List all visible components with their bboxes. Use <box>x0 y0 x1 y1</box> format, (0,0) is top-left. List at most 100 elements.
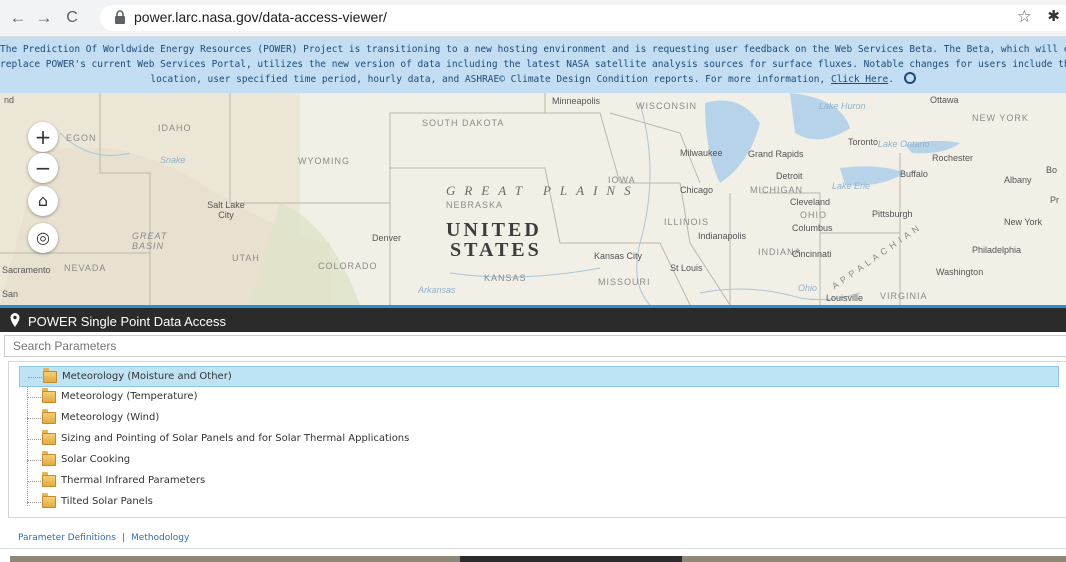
map-label: Ottawa <box>930 95 959 105</box>
folder-icon <box>42 430 56 445</box>
locate-button[interactable]: ◎ <box>28 223 58 253</box>
folder-icon <box>42 409 56 424</box>
map-label: VIRGINIA <box>880 291 928 301</box>
back-button[interactable]: ← <box>8 8 28 28</box>
folder-icon <box>42 472 56 487</box>
footer-separator: | <box>121 533 126 543</box>
map-label: Pittsburgh <box>872 209 913 219</box>
map-pin-icon <box>10 313 20 327</box>
map-label: WYOMING <box>298 156 350 166</box>
tree-item[interactable]: Meteorology (Temperature) <box>19 387 1059 408</box>
tree-item-label[interactable]: Sizing and Pointing of Solar Panels and … <box>61 433 409 444</box>
url-text[interactable]: power.larc.nasa.gov/data-access-viewer/ <box>134 9 387 25</box>
map-label: GREAT PLAINS <box>446 183 640 198</box>
map-label: UTAH <box>232 253 260 263</box>
methodology-link[interactable]: Methodology <box>131 533 189 543</box>
tree-item[interactable]: Solar Cooking <box>19 450 1059 471</box>
map-label: Denver <box>372 233 402 243</box>
tree-item[interactable]: Sizing and Pointing of Solar Panels and … <box>19 429 1059 450</box>
search-input[interactable] <box>5 336 1066 356</box>
map-label: Ohio <box>798 283 818 293</box>
home-button[interactable]: ⌂ <box>28 186 58 216</box>
panel-title: POWER Single Point Data Access <box>28 314 226 329</box>
map-label: nd <box>4 95 15 105</box>
map-label: Toronto <box>848 137 879 147</box>
map-label: Albany <box>1004 175 1032 185</box>
map-label: IDAHO <box>158 123 192 133</box>
map-label: NEW YORK <box>972 113 1029 123</box>
reload-button[interactable]: C <box>62 8 82 28</box>
map-label: Minneapolis <box>552 96 601 106</box>
map-label: COLORADO <box>318 261 378 271</box>
map-label: Chicago <box>680 185 714 195</box>
map-label: Milwaukee <box>680 148 723 158</box>
map-label: Rochester <box>932 153 974 163</box>
zoom-in-button[interactable]: + <box>28 122 58 152</box>
tree-item-label[interactable]: Tilted Solar Panels <box>61 496 153 507</box>
click-here-link[interactable]: Click Here <box>831 74 888 85</box>
map-view[interactable]: nd EGON IDAHO WYOMING SOUTH DAKOTA Minne… <box>0 93 1066 305</box>
map-label: Lake Huron <box>819 101 866 111</box>
notice-banner: The Prediction Of Worldwide Energy Resou… <box>0 37 1066 93</box>
forward-button[interactable]: → <box>34 8 54 28</box>
search-box[interactable] <box>4 335 1066 357</box>
tree-item-label[interactable]: Thermal Infrared Parameters <box>61 475 205 486</box>
map-label: MICHIGAN <box>750 185 803 195</box>
map-label: NEBRASKA <box>446 200 504 210</box>
map-label: GREAT BASIN <box>132 231 168 251</box>
bookmark-star-icon[interactable]: ☆ <box>1017 7 1032 27</box>
banner-line-2: replace POWER's current Web Services Por… <box>0 58 1066 70</box>
map-label: Washington <box>936 267 984 277</box>
folder-icon <box>42 451 56 466</box>
tree-item-label[interactable]: Meteorology (Temperature) <box>61 391 197 402</box>
banner-line-1: The Prediction Of Worldwide Energy Resou… <box>0 44 1066 55</box>
map-label: Grand Rapids <box>748 149 804 159</box>
map-label: Buffalo <box>900 169 928 179</box>
map-label: NEVADA <box>64 263 107 273</box>
tree-item[interactable]: Meteorology (Wind) <box>19 408 1059 429</box>
parameter-tree: Meteorology (Moisture and Other) Meteoro… <box>8 361 1066 518</box>
map-label: Louisville <box>826 293 864 303</box>
panel-footer: Parameter Definitions | Methodology <box>18 533 189 543</box>
folder-icon <box>42 493 56 508</box>
map-label: Cincinnati <box>792 249 832 259</box>
map-label: Salt Lake City <box>207 200 245 220</box>
tree-item-label[interactable]: Meteorology (Wind) <box>61 412 159 423</box>
parameter-definitions-link[interactable]: Parameter Definitions <box>18 533 116 543</box>
map-label: OHIO <box>800 210 828 220</box>
tree-item-label[interactable]: Solar Cooking <box>61 454 130 465</box>
map-label: Lake Erie <box>832 181 871 191</box>
map-label: Detroit <box>776 171 803 181</box>
zoom-out-button[interactable]: − <box>28 153 58 183</box>
map-label: Arkansas <box>418 285 456 295</box>
map-label: Cleveland <box>790 197 831 207</box>
info-icon[interactable] <box>903 72 916 84</box>
map-label: Philadelphia <box>972 245 1022 255</box>
folder-icon <box>42 388 56 403</box>
tree-item[interactable]: Thermal Infrared Parameters <box>19 471 1059 492</box>
map-label: Lake Ontario <box>878 139 930 149</box>
bottom-strip-dark <box>460 556 682 562</box>
map-label: IOWA <box>608 175 636 185</box>
map-label: ILLINOIS <box>664 217 710 227</box>
banner-line-3-text: location, user specified time period, ho… <box>150 74 826 85</box>
address-bar[interactable]: power.larc.nasa.gov/data-access-viewer/ … <box>100 5 1066 31</box>
map-label: Pr <box>1050 195 1059 205</box>
map-label: Sacramento <box>2 265 51 275</box>
map-label: WISCONSIN <box>636 101 698 111</box>
tree-item[interactable]: Meteorology (Moisture and Other) <box>19 366 1059 387</box>
map-label: Kansas City <box>594 251 643 261</box>
folder-icon <box>43 368 57 383</box>
footer-divider <box>0 548 1066 549</box>
tree-item-label[interactable]: Meteorology (Moisture and Other) <box>62 371 232 382</box>
map-label: Columbus <box>792 223 833 233</box>
map-label: New York <box>1004 217 1043 227</box>
map-label: KANSAS <box>484 273 527 283</box>
extension-icon[interactable]: ✱ <box>1047 7 1060 25</box>
map-label: Indianapolis <box>698 231 747 241</box>
map-label: Snake <box>160 155 186 165</box>
map-label: EGON <box>66 133 97 143</box>
map-label: San <box>2 289 19 299</box>
tree-item[interactable]: Tilted Solar Panels <box>19 492 1059 513</box>
browser-toolbar: ← → C power.larc.nasa.gov/data-access-vi… <box>0 0 1066 37</box>
